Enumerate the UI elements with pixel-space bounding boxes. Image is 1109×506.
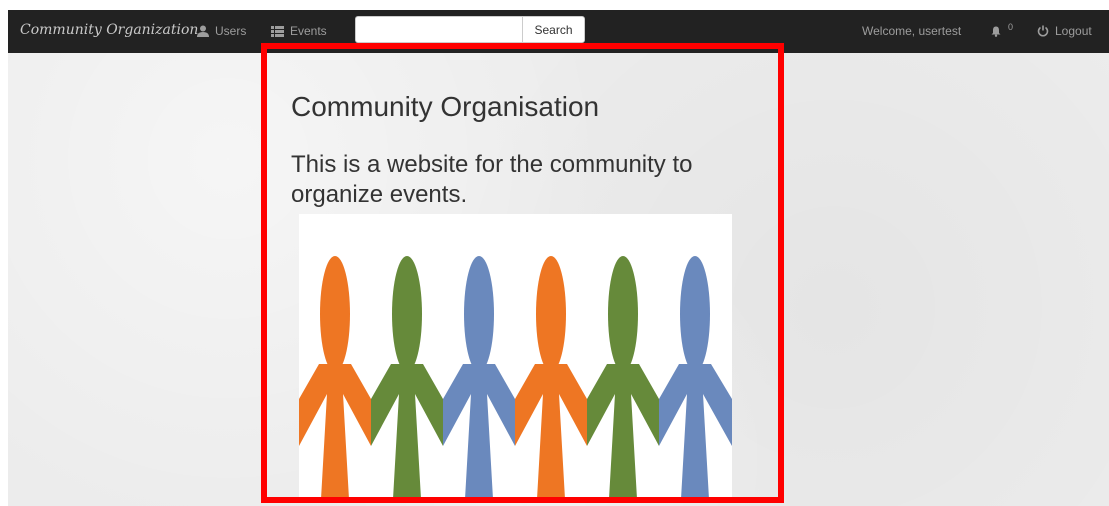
logout-link[interactable]: Logout [1037, 10, 1092, 53]
figure-1 [299, 256, 371, 499]
nav-events-label: Events [290, 24, 327, 38]
figure-6 [659, 256, 732, 499]
search-input[interactable] [355, 16, 522, 43]
figure-2 [371, 256, 443, 499]
notifications-button[interactable]: 0 [991, 10, 1013, 53]
paper-people-illustration [299, 256, 732, 499]
brand-logo[interactable]: Community Organization [20, 22, 198, 38]
community-people-image [299, 214, 732, 499]
figure-4 [515, 256, 587, 499]
bell-icon [991, 26, 1001, 37]
nav-users-link[interactable]: Users [197, 10, 246, 53]
notification-count: 0 [1008, 22, 1014, 32]
figure-3 [443, 256, 515, 499]
page-title: Community Organisation [291, 91, 600, 122]
page-subtitle: This is a website for the community to o… [291, 151, 693, 208]
nav-users-label: Users [215, 24, 247, 38]
nav-events-link[interactable]: Events [271, 10, 327, 53]
welcome-text[interactable]: Welcome, usertest [862, 10, 961, 53]
figure-5 [587, 256, 659, 499]
logout-label: Logout [1055, 24, 1092, 38]
top-navbar: Community Organization Users Events Sear… [8, 10, 1109, 53]
user-icon [197, 25, 209, 37]
list-icon [271, 26, 284, 37]
power-icon [1037, 25, 1049, 37]
search-button[interactable]: Search [522, 16, 585, 43]
